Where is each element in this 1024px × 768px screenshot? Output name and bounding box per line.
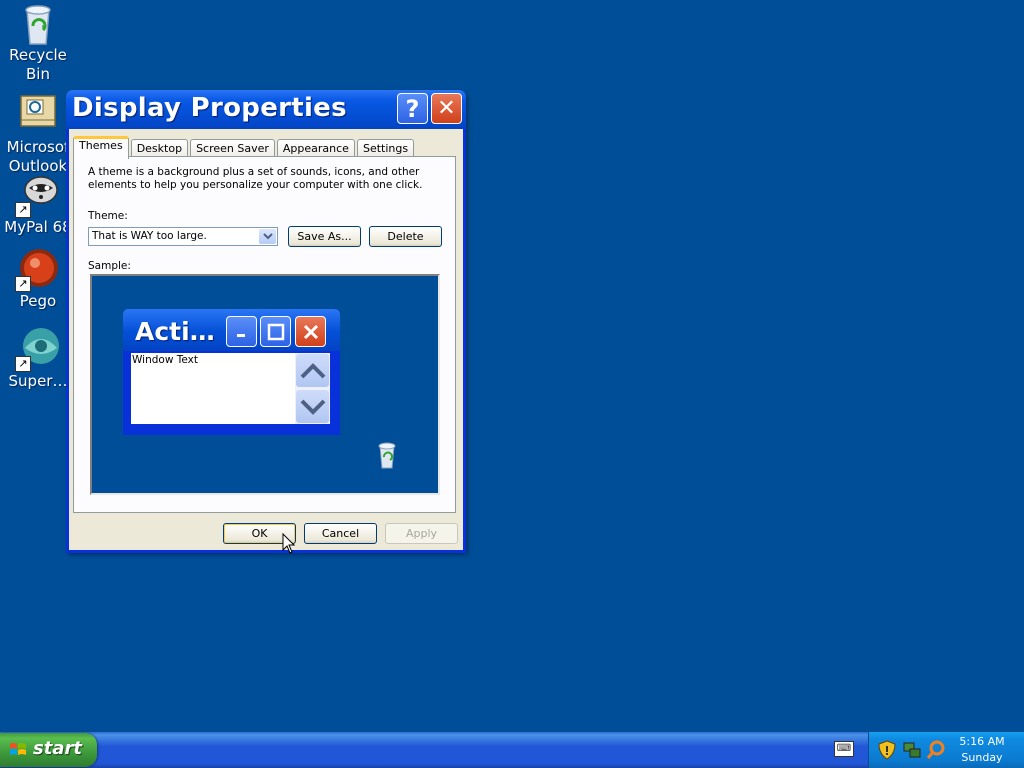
display-properties-window: Display Properties ? ✕ Themes Desktop Sc…: [66, 90, 466, 553]
sample-recycle-bin-icon: [372, 440, 402, 474]
help-button[interactable]: ?: [397, 93, 428, 124]
sample-title-bar: Acti…: [123, 309, 340, 351]
pego-icon: ↗: [15, 246, 61, 292]
shortcut-arrow-icon: ↗: [15, 276, 31, 292]
desktop-icon-label: Super…: [8, 372, 68, 390]
recycle-bin-icon: [15, 0, 61, 46]
raccoon-icon: ↗: [15, 172, 61, 218]
outlook-icon: [15, 92, 61, 138]
desktop-icon-outlook[interactable]: Microsof Outlook: [0, 92, 76, 176]
clock-day: Sunday: [961, 751, 1003, 764]
keyboard-icon[interactable]: ⌨: [834, 741, 854, 757]
close-icon: [295, 316, 326, 347]
sample-active-window: Acti… Window Text: [123, 309, 340, 435]
title-bar[interactable]: Display Properties ? ✕: [66, 90, 466, 129]
mouse-cursor-icon: [282, 532, 296, 559]
sample-scrollbar: [295, 353, 330, 424]
scroll-down-icon: [296, 390, 329, 423]
desktop-icon-mypal[interactable]: ↗ MyPal 68: [0, 172, 76, 237]
theme-dropdown[interactable]: That is WAY too large.: [88, 227, 278, 246]
system-tray: 5:16 AM Sunday: [868, 732, 1024, 768]
theme-label: Theme:: [88, 210, 128, 222]
sample-window-title: Acti…: [135, 317, 215, 346]
apply-button[interactable]: Apply: [385, 523, 458, 544]
desktop-icon-label: Pego: [19, 292, 57, 310]
close-button[interactable]: ✕: [431, 93, 462, 124]
themes-tab-panel: A theme is a background plus a set of so…: [73, 156, 456, 513]
close-icon: ✕: [437, 96, 456, 121]
desktop-icon-pego[interactable]: ↗ Pego: [0, 246, 76, 311]
delete-button[interactable]: Delete: [369, 226, 442, 247]
theme-sample-preview: Acti… Window Text: [90, 274, 440, 495]
sample-window-body: Window Text: [131, 353, 330, 424]
desktop-icon-recycle-bin[interactable]: Recycle Bin: [0, 0, 76, 84]
desktop-icon-super[interactable]: ↗ Super…: [0, 326, 76, 391]
theme-description: A theme is a background plus a set of so…: [88, 166, 423, 191]
save-as-button[interactable]: Save As...: [288, 226, 361, 247]
search-icon[interactable]: [926, 740, 946, 760]
network-icon[interactable]: [902, 740, 922, 760]
desktop-icon-label: MyPal 68: [4, 218, 72, 236]
theme-dropdown-value: That is WAY too large.: [92, 230, 207, 242]
chevron-down-icon[interactable]: [259, 229, 276, 244]
super-icon: ↗: [15, 326, 61, 372]
tab-strip: Themes Desktop Screen Saver Appearance S…: [73, 135, 416, 159]
shortcut-arrow-icon: ↗: [15, 202, 31, 218]
shortcut-arrow-icon: ↗: [15, 356, 31, 372]
help-icon: ?: [405, 94, 420, 123]
start-label: start: [33, 738, 82, 759]
start-button[interactable]: start: [0, 733, 97, 767]
clock[interactable]: 5:16 AM Sunday: [957, 734, 1007, 766]
sample-window-text: Window Text: [132, 354, 198, 366]
desktop-icon-label: Recycle: [9, 46, 67, 64]
window-title: Display Properties: [72, 93, 347, 123]
tab-themes[interactable]: Themes: [73, 136, 129, 159]
scroll-up-icon: [296, 354, 329, 387]
dialog-client-area: Themes Desktop Screen Saver Appearance S…: [69, 129, 463, 550]
desktop-icon-label: Bin: [26, 65, 50, 83]
sample-label: Sample:: [88, 260, 131, 272]
maximize-icon: [260, 316, 291, 347]
clock-time: 5:16 AM: [959, 735, 1005, 748]
windows-logo-icon: [10, 743, 26, 755]
minimize-icon: [226, 316, 257, 347]
taskbar: start ⌨ 5:16 AM Sunday: [0, 732, 1024, 768]
cancel-button[interactable]: Cancel: [304, 523, 377, 544]
desktop-icon-label: Microsof: [6, 138, 70, 156]
security-shield-icon[interactable]: [877, 740, 897, 760]
